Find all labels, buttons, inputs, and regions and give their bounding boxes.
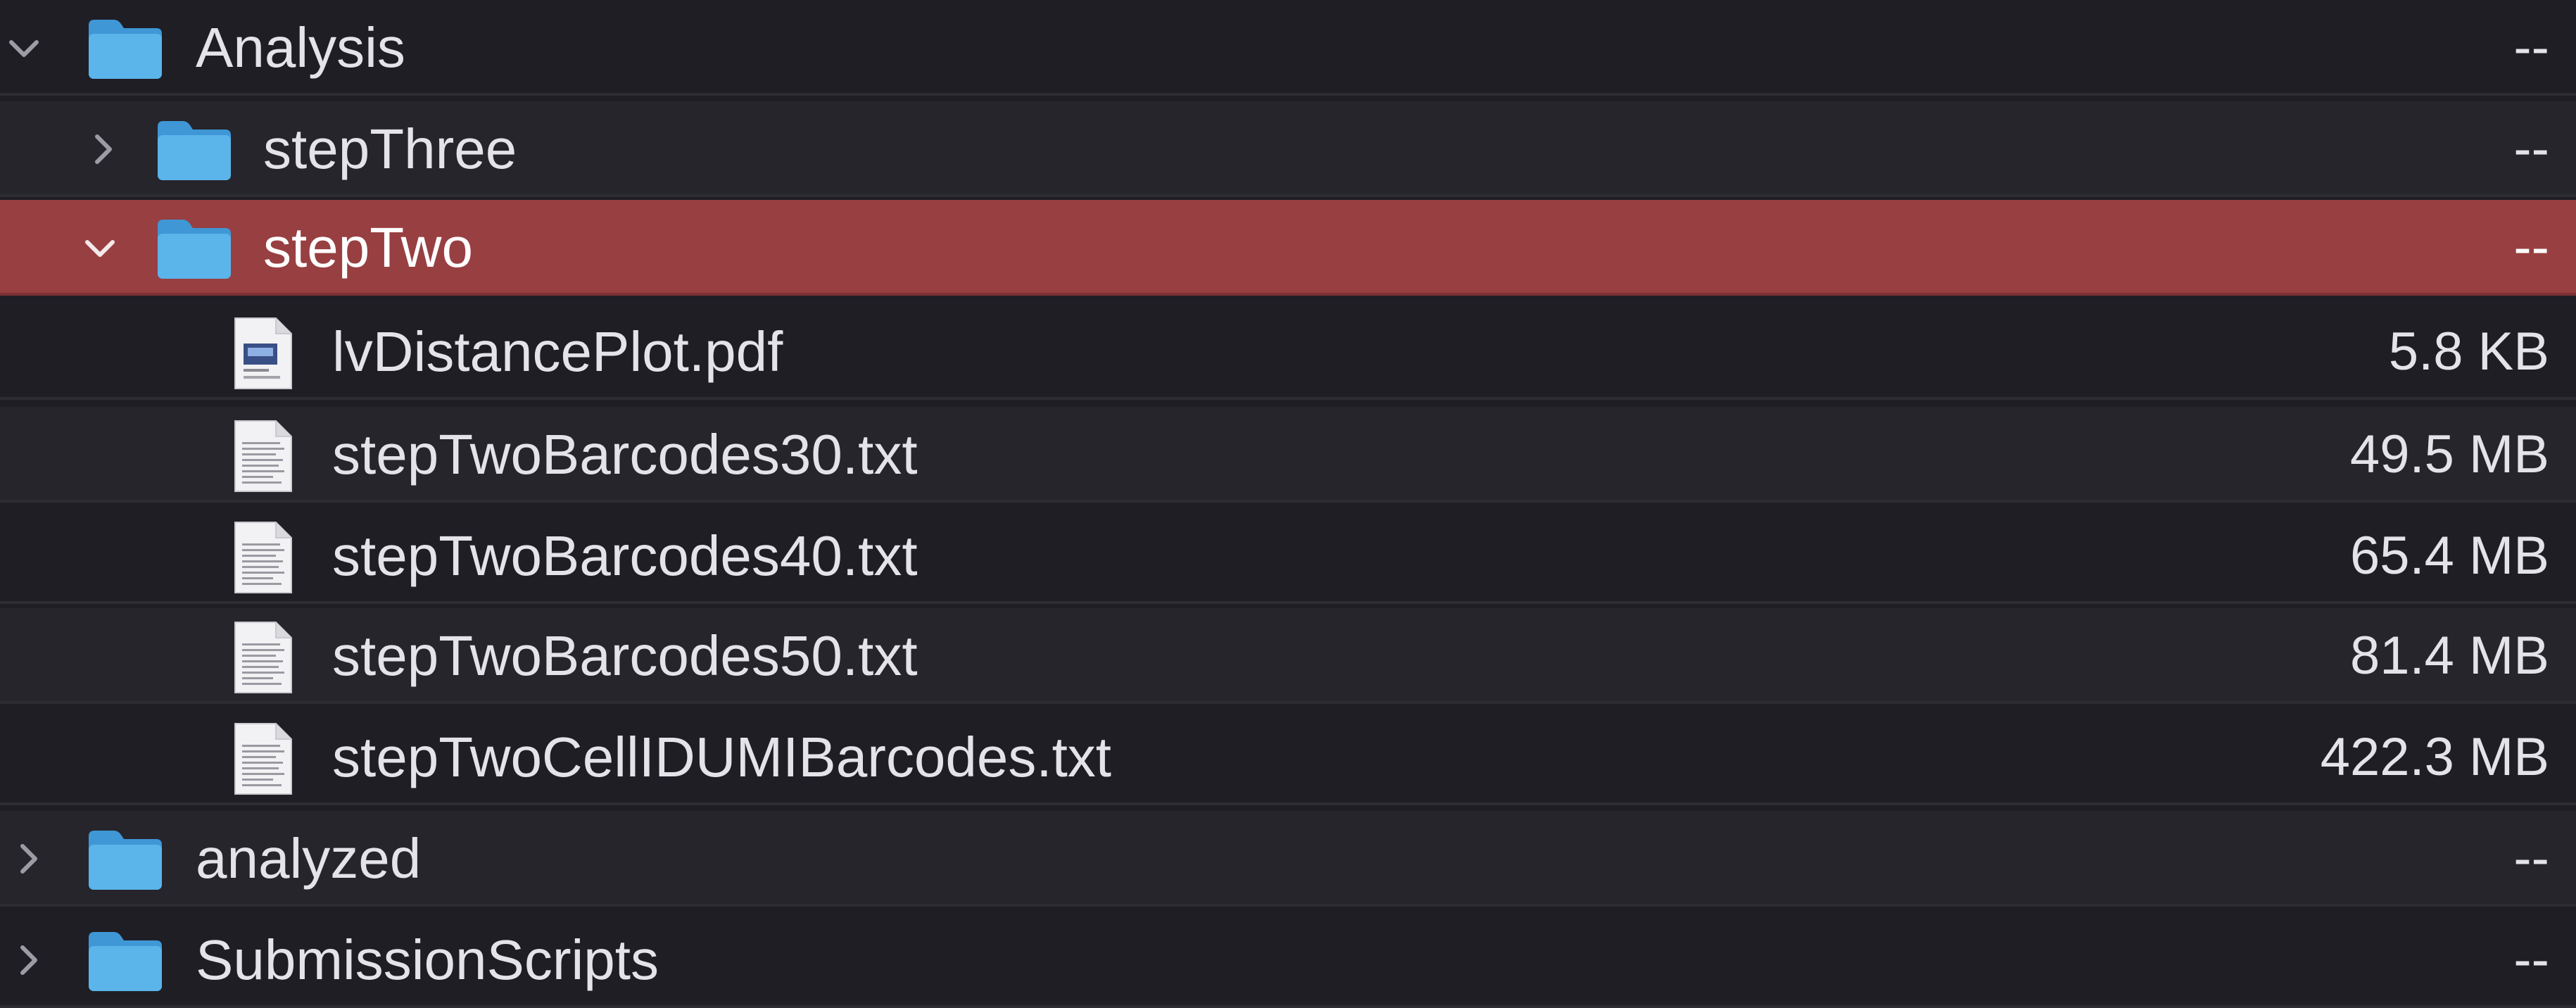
file-size: 5.8 KB (2388, 322, 2549, 382)
file-row-stepthree[interactable]: stepThree -- (0, 101, 2576, 197)
file-size: 49.5 MB (2349, 424, 2549, 484)
file-row-steptwobarcodes40[interactable]: stepTwoBarcodes40.txt 65.4 MB (0, 508, 2576, 604)
file-name: stepTwo (263, 216, 473, 279)
chevron-down-icon[interactable] (79, 227, 121, 269)
text-file-icon (234, 420, 292, 492)
file-size: 81.4 MB (2349, 626, 2549, 686)
file-size: -- (2513, 119, 2549, 179)
file-size: 422.3 MB (2320, 727, 2549, 787)
file-name: stepTwoBarcodes30.txt (332, 423, 918, 486)
text-file-icon (234, 622, 292, 693)
text-file-icon (234, 723, 292, 795)
file-row-submissionscripts[interactable]: SubmissionScripts -- (0, 912, 2576, 1008)
file-size: -- (2513, 930, 2549, 990)
file-row-lvdistanceplot[interactable]: lvDistancePlot.pdf 5.8 KB (0, 304, 2576, 400)
file-size: -- (2513, 829, 2549, 888)
chevron-down-icon[interactable] (3, 27, 45, 69)
folder-icon (89, 831, 162, 890)
chevron-right-icon[interactable] (7, 939, 49, 981)
file-name: stepTwoBarcodes50.txt (332, 624, 918, 687)
file-name: stepTwoBarcodes40.txt (332, 524, 918, 587)
folder-icon (89, 20, 162, 79)
folder-icon (158, 220, 231, 279)
file-row-steptwobarcodes30[interactable]: stepTwoBarcodes30.txt 49.5 MB (0, 407, 2576, 503)
chevron-right-icon[interactable] (82, 128, 124, 170)
file-size: -- (2513, 18, 2549, 77)
file-name: lvDistancePlot.pdf (332, 320, 783, 383)
pdf-file-icon (234, 317, 292, 389)
finder-file-list: Analysis -- stepThree -- stepTwo -- lvDi… (0, 0, 2576, 1008)
file-name: analyzed (196, 827, 422, 890)
chevron-right-icon[interactable] (7, 838, 49, 880)
file-row-steptwocellidumibarcodes[interactable]: stepTwoCellIDUMIBarcodes.txt 422.3 MB (0, 710, 2576, 805)
file-name: stepThree (263, 118, 517, 180)
file-row-steptwobarcodes50[interactable]: stepTwoBarcodes50.txt 81.4 MB (0, 608, 2576, 704)
file-row-analysis[interactable]: Analysis -- (0, 0, 2576, 96)
file-row-steptwo[interactable]: stepTwo -- (0, 200, 2576, 296)
file-row-analyzed[interactable]: analyzed -- (0, 811, 2576, 907)
text-file-icon (234, 522, 292, 593)
file-name: stepTwoCellIDUMIBarcodes.txt (332, 726, 1112, 788)
file-name: Analysis (196, 16, 405, 79)
folder-icon (89, 932, 162, 991)
file-size: -- (2513, 218, 2549, 277)
folder-icon (158, 121, 231, 180)
file-size: 65.4 MB (2349, 526, 2549, 586)
file-name: SubmissionScripts (196, 928, 659, 991)
